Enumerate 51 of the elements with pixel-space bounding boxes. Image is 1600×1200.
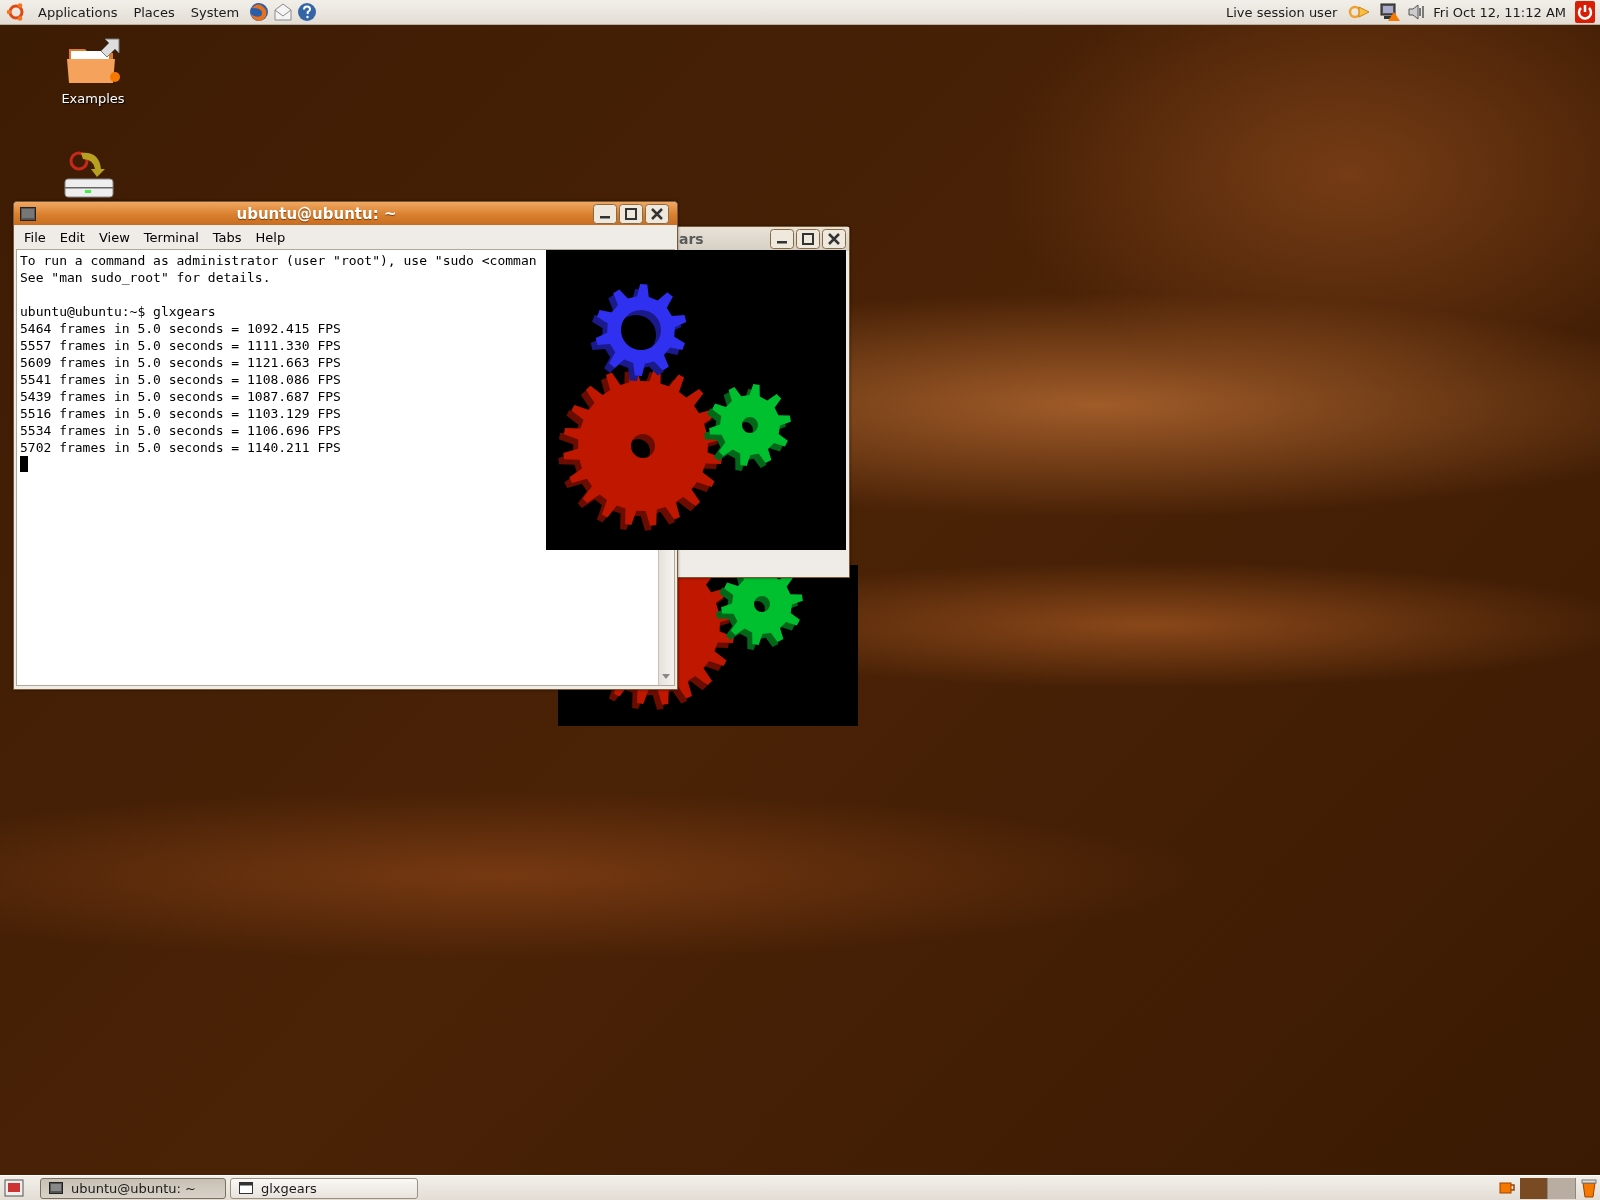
- installer-drive-icon[interactable]: [61, 149, 115, 199]
- icon-label[interactable]: Examples: [61, 91, 125, 106]
- show-desktop-icon[interactable]: [4, 1178, 24, 1198]
- text-cursor: [20, 456, 28, 472]
- window-icon: [239, 1182, 253, 1194]
- window-title: ars: [679, 231, 704, 247]
- menu-item[interactable]: Applications: [32, 4, 124, 20]
- minimize-button[interactable]: [593, 203, 617, 224]
- menu-item[interactable]: Tabs: [206, 229, 248, 245]
- workspace-button[interactable]: [1548, 1177, 1576, 1199]
- terminal-line: 5439 frames in 5.0 seconds = 1087.687 FPS: [20, 388, 342, 405]
- terminal-icon: [49, 1182, 63, 1194]
- terminal-line: 5609 frames in 5.0 seconds = 1121.663 FPS: [20, 354, 342, 371]
- maximize-button[interactable]: [619, 203, 643, 224]
- workspace-button[interactable]: [1520, 1177, 1548, 1199]
- taskbar-button[interactable]: ubuntu@ubuntu: ~: [40, 1177, 226, 1199]
- terminal-line: 5464 frames in 5.0 seconds = 1092.415 FPS: [20, 320, 342, 337]
- ubuntu-logo-icon[interactable]: [6, 2, 26, 22]
- minimize-button[interactable]: [770, 229, 794, 249]
- envelope-icon[interactable]: [273, 2, 294, 22]
- menu-item[interactable]: Places: [127, 4, 181, 20]
- menu-item[interactable]: Help: [249, 229, 292, 245]
- terminal-line: ubuntu@ubuntu:~$ glxgears: [20, 303, 217, 320]
- terminal-line: To run a command as administrator (user "root"), use "sudo <comman: [20, 252, 538, 269]
- close-button[interactable]: [822, 229, 846, 249]
- power-icon[interactable]: [1574, 0, 1596, 24]
- clock-text[interactable]: Fri Oct 12, 11:12 AM: [1429, 4, 1570, 20]
- menu-item[interactable]: Edit: [53, 229, 91, 245]
- terminal-icon: [20, 206, 36, 221]
- menu-item[interactable]: System: [184, 4, 246, 20]
- close-button[interactable]: [645, 203, 669, 224]
- browser-icon[interactable]: [249, 2, 270, 22]
- terminal-line: See "man sudo_root" for details.: [20, 269, 272, 286]
- terminal-line: 5534 frames in 5.0 seconds = 1106.696 FPS: [20, 422, 342, 439]
- window-title: ubuntu@ubuntu: ~: [235, 204, 398, 223]
- terminal-line: 5702 frames in 5.0 seconds = 1140.211 FPS: [20, 439, 342, 456]
- maximize-button[interactable]: [796, 229, 820, 249]
- scrollbar[interactable]: [659, 550, 674, 685]
- network-warning-icon[interactable]: [1379, 2, 1402, 22]
- menu-item[interactable]: View: [92, 229, 136, 245]
- speaker-icon[interactable]: [1407, 2, 1426, 22]
- menu-item[interactable]: Terminal: [137, 229, 205, 245]
- terminal-line: 5541 frames in 5.0 seconds = 1108.086 FPS: [20, 371, 342, 388]
- menu-item[interactable]: File: [18, 229, 52, 245]
- help-icon[interactable]: [297, 2, 318, 22]
- taskbar-button[interactable]: glxgears: [230, 1177, 418, 1199]
- trash-icon[interactable]: [1580, 1178, 1598, 1198]
- applet-icon[interactable]: [1498, 1179, 1516, 1197]
- user-name[interactable]: Live session user: [1221, 4, 1342, 20]
- terminal-line: 5557 frames in 5.0 seconds = 1111.330 FPS: [20, 337, 342, 354]
- terminal-line: 5516 frames in 5.0 seconds = 1103.129 FPS: [20, 405, 342, 422]
